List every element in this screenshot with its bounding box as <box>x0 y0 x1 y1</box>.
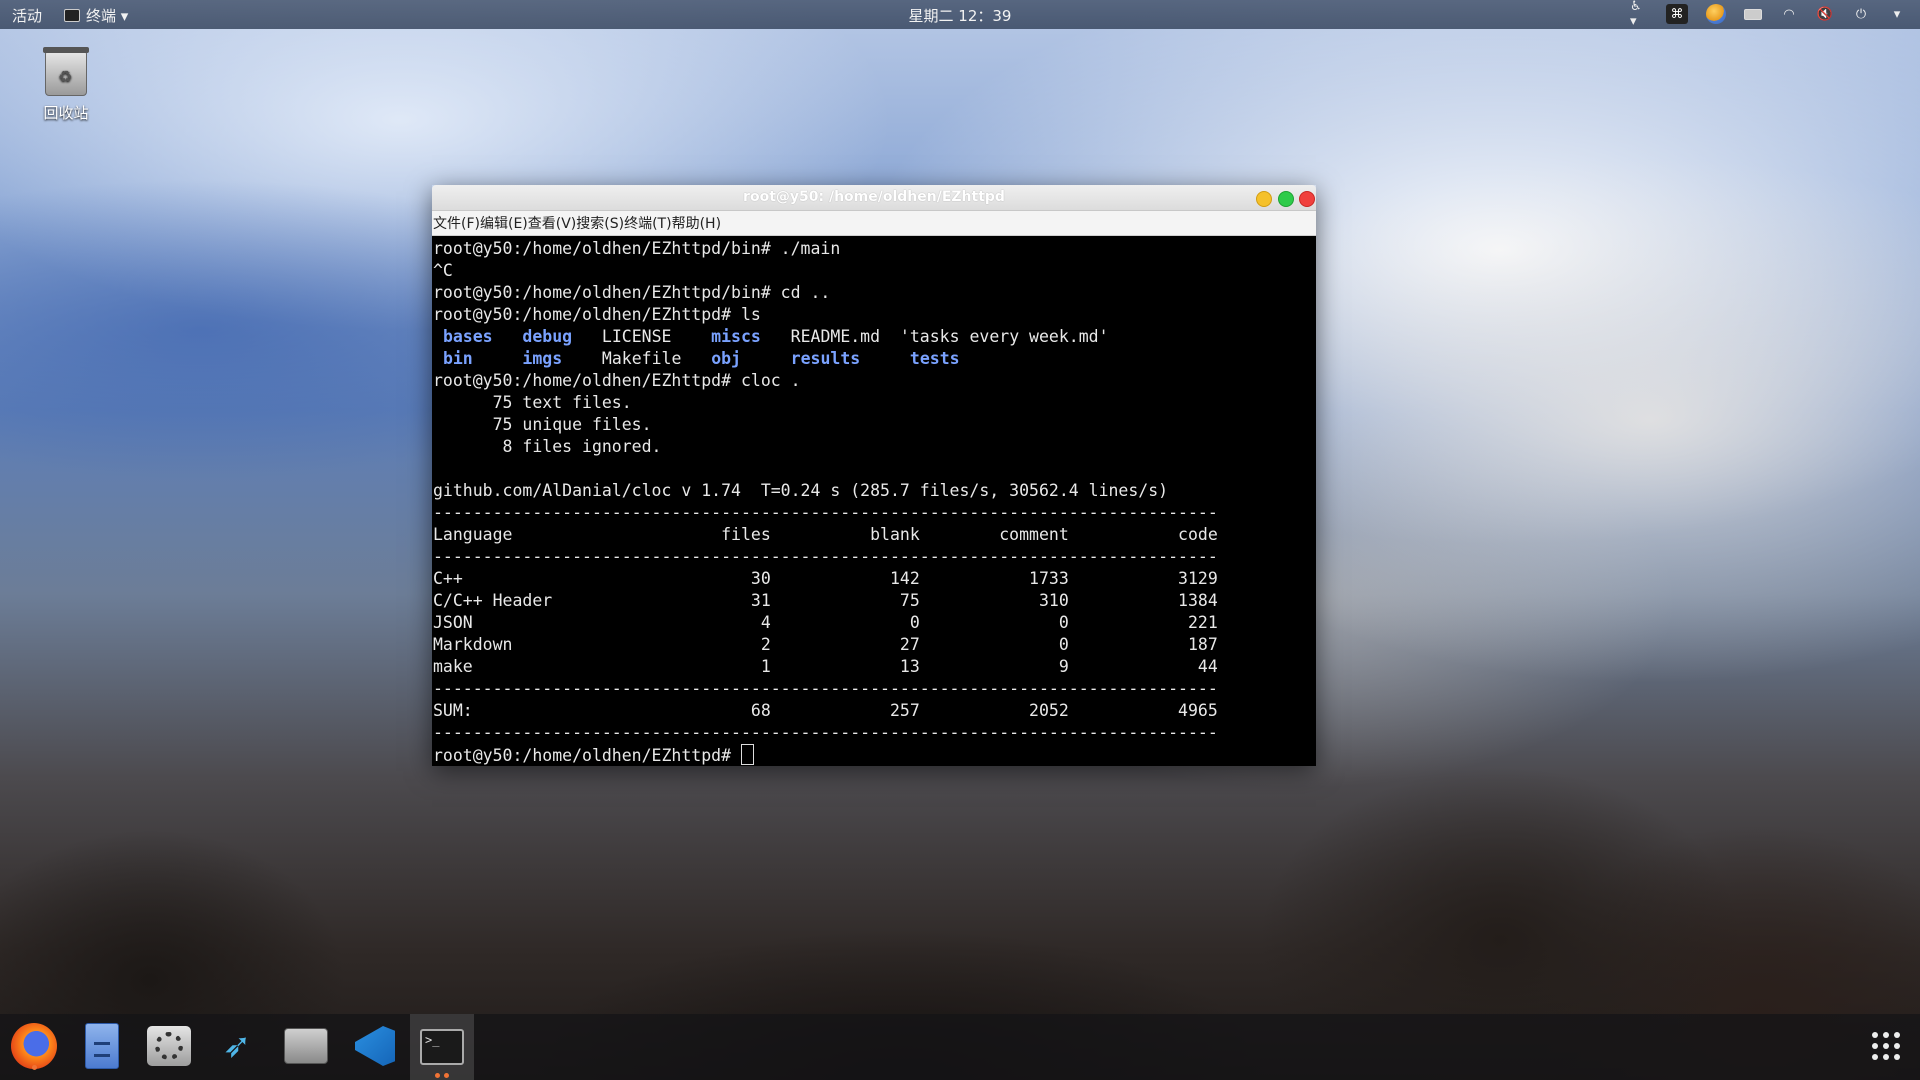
menu-search[interactable]: 搜索(S) <box>576 213 624 233</box>
terminal-menubar: 文件(F) 编辑(E) 查看(V) 搜索(S) 终端(T) 帮助(H) <box>432 211 1316 236</box>
system-menu-chevron-icon[interactable]: ▾ <box>1888 5 1906 23</box>
dock-vscode[interactable] <box>349 1020 401 1072</box>
package-icon <box>284 1028 328 1064</box>
firefox-icon <box>11 1023 57 1069</box>
terminal-line: ----------------------------------------… <box>433 503 1218 522</box>
terminal-icon: >_ <box>420 1029 464 1065</box>
close-button[interactable] <box>1299 191 1315 207</box>
running-indicator <box>444 1073 449 1078</box>
vscode-icon <box>355 1026 395 1066</box>
terminal-mini-icon <box>64 9 80 22</box>
terminal-prompt: root@y50:/home/oldhen/EZhttpd# <box>433 744 1314 766</box>
keyboard-shortcut-icon[interactable]: ⌘ <box>1666 4 1688 24</box>
show-applications-button[interactable] <box>1860 1020 1912 1072</box>
clock[interactable]: 星期二 12：39 <box>909 7 1012 25</box>
file-entry <box>473 349 523 368</box>
prompt-text: root@y50:/home/oldhen/EZhttpd# <box>433 746 741 765</box>
running-indicator <box>31 1065 37 1070</box>
bird-icon: ➶ <box>222 1026 252 1066</box>
text-cursor[interactable] <box>740 744 754 765</box>
accessibility-icon[interactable]: ♿▾ <box>1630 0 1648 29</box>
dock-bird-app[interactable]: ➶ <box>211 1020 263 1072</box>
volume-muted-icon[interactable]: 🔇 <box>1816 5 1834 23</box>
terminal-line: ----------------------------------------… <box>433 723 1218 742</box>
terminal-line: SUM: 68 257 2052 4965 <box>433 701 1218 720</box>
running-indicator <box>435 1073 440 1078</box>
terminal-output[interactable]: root@y50:/home/oldhen/EZhttpd/bin# ./mai… <box>432 236 1316 766</box>
system-tray: ♿▾ ⌘ ◠ 🔇 ⏻ ▾ <box>1630 0 1906 29</box>
menu-file[interactable]: 文件(F) <box>433 213 480 233</box>
dock: ➶ >_ <box>0 1014 1920 1080</box>
terminal-line: make 1 13 9 44 <box>433 657 1218 676</box>
directory-entry: bases <box>442 327 493 346</box>
file-entry: LICENSE <box>572 327 712 346</box>
dock-terminal[interactable]: >_ <box>410 1014 474 1080</box>
dock-settings[interactable] <box>143 1020 195 1072</box>
terminal-line: 75 unique files. <box>433 415 652 434</box>
desktop-trash-label: 回收站 <box>43 104 89 122</box>
trash-icon <box>43 47 89 96</box>
wifi-icon[interactable]: ◠ <box>1780 5 1798 23</box>
directory-entry: obj <box>711 349 741 368</box>
directory-entry: tests <box>909 349 960 368</box>
terminal-line: Language files blank comment code <box>433 525 1218 544</box>
activities-button[interactable]: 活动 <box>12 5 42 26</box>
directory-entry: miscs <box>711 327 761 346</box>
file-entry <box>860 349 910 368</box>
terminal-line: root@y50:/home/oldhen/EZhttpd# ls <box>433 305 761 324</box>
menu-help[interactable]: 帮助(H) <box>672 213 721 233</box>
terminal-line: ^C <box>433 261 453 280</box>
terminal-line: JSON 4 0 0 221 <box>433 613 1218 632</box>
menu-edit[interactable]: 编辑(E) <box>480 213 528 233</box>
file-entry: Makefile <box>562 349 712 368</box>
directory-entry: imgs <box>522 349 563 368</box>
terminal-line: root@y50:/home/oldhen/EZhttpd/bin# cd .. <box>433 283 831 302</box>
file-entry: README.md 'tasks every week.md' <box>760 327 1109 346</box>
terminal-line: 75 text files. <box>433 393 632 412</box>
file-entry <box>433 349 443 368</box>
minimize-button[interactable] <box>1256 191 1272 207</box>
terminal-line: github.com/AlDanial/cloc v 1.74 T=0.24 s… <box>433 481 1169 500</box>
menu-terminal[interactable]: 终端(T) <box>624 213 671 233</box>
terminal-title: root@y50: /home/oldhen/EZhttpd <box>743 189 1005 205</box>
power-icon[interactable]: ⏻ <box>1852 5 1870 23</box>
ls-output-row: bin imgs Makefile obj results tests <box>433 348 1314 370</box>
file-entry <box>433 327 443 346</box>
terminal-line: 8 files ignored. <box>433 437 662 456</box>
app-menu-label: 终端 ▾ <box>86 7 129 25</box>
terminal-line: root@y50:/home/oldhen/EZhttpd# cloc . <box>433 371 801 390</box>
terminal-line: C++ 30 142 1733 3129 <box>433 569 1218 588</box>
file-entry <box>741 349 791 368</box>
menu-view[interactable]: 查看(V) <box>528 213 577 233</box>
terminal-titlebar[interactable]: root@y50: /home/oldhen/EZhttpd <box>432 185 1316 211</box>
weather-icon[interactable] <box>1706 4 1726 24</box>
files-icon <box>85 1023 119 1069</box>
terminal-line: ----------------------------------------… <box>433 547 1218 566</box>
dock-package-manager[interactable] <box>280 1020 332 1072</box>
terminal-line: Markdown 2 27 0 187 <box>433 635 1218 654</box>
ls-output-row: bases debug LICENSE miscs README.md 'tas… <box>433 326 1314 348</box>
directory-entry: debug <box>522 327 573 346</box>
dock-files[interactable] <box>76 1020 128 1072</box>
file-entry <box>493 327 523 346</box>
app-menu[interactable]: 终端 ▾ <box>64 5 128 26</box>
terminal-line: C/C++ Header 31 75 310 1384 <box>433 591 1218 610</box>
app-grid-icon <box>1872 1032 1900 1060</box>
battery-icon[interactable] <box>1744 5 1762 23</box>
dock-firefox[interactable] <box>8 1020 60 1072</box>
top-panel: 活动 终端 ▾ 星期二 12：39 ♿▾ ⌘ ◠ 🔇 ⏻ ▾ <box>0 0 1920 29</box>
settings-icon <box>147 1026 191 1066</box>
terminal-line: ----------------------------------------… <box>433 679 1218 698</box>
directory-entry: bin <box>442 349 473 368</box>
terminal-line: root@y50:/home/oldhen/EZhttpd/bin# ./mai… <box>433 239 841 258</box>
desktop-trash[interactable]: 回收站 <box>36 47 96 123</box>
maximize-button[interactable] <box>1278 191 1294 207</box>
terminal-window[interactable]: root@y50: /home/oldhen/EZhttpd 文件(F) 编辑(… <box>432 185 1316 766</box>
directory-entry: results <box>790 349 861 368</box>
